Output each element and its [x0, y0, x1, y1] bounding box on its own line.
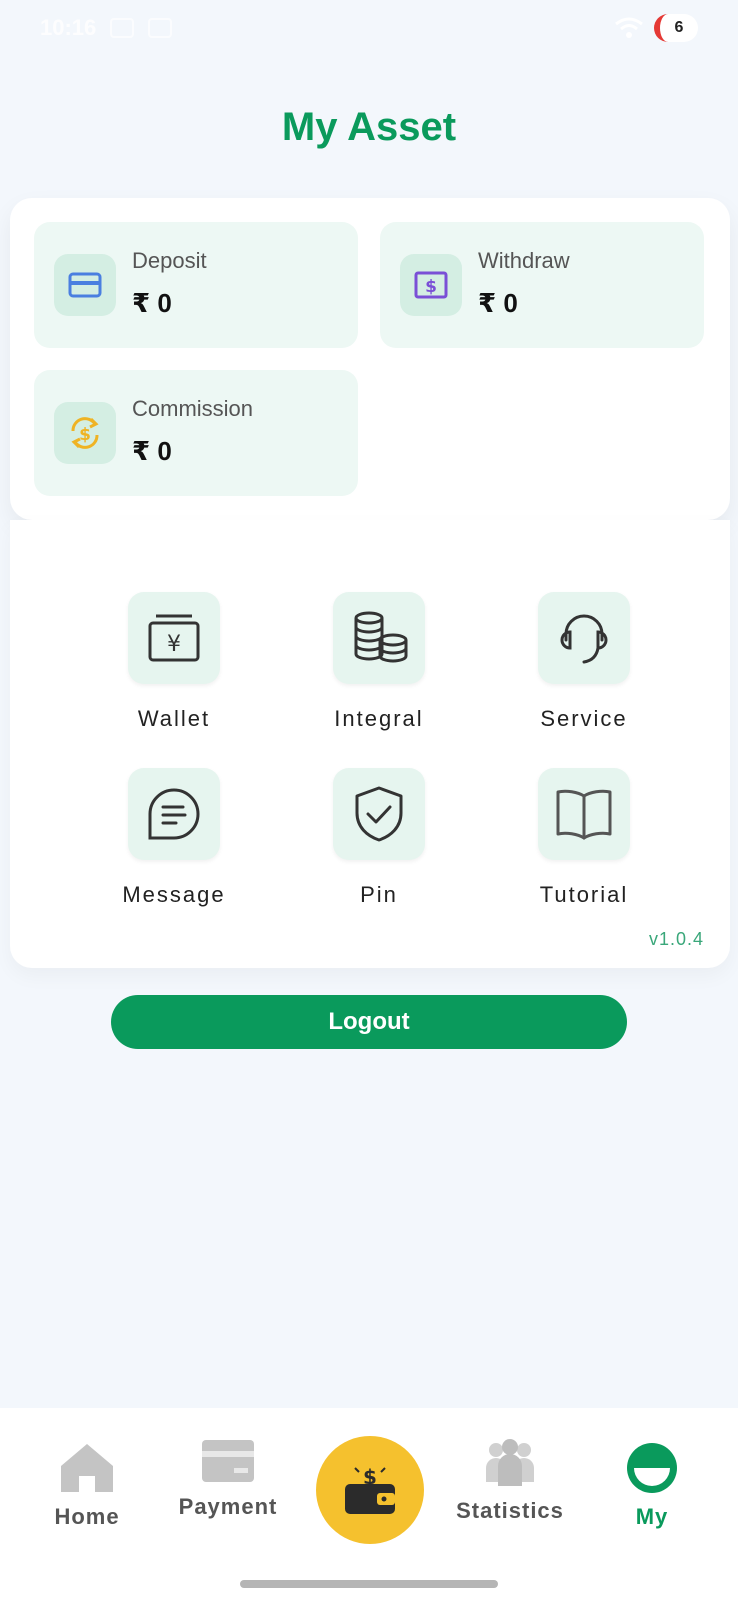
withdraw-stat[interactable]: $ Withdraw ₹ 0: [380, 222, 704, 348]
wallet-icon: ¥: [128, 592, 220, 684]
wifi-icon: [615, 17, 643, 38]
commission-stat[interactable]: $ Commission ₹ 0: [34, 370, 358, 496]
status-bar: 10:16 6: [0, 0, 738, 56]
shield-check-icon: [333, 768, 425, 860]
integral-label: Integral: [334, 706, 424, 731]
headset-icon: [538, 592, 630, 684]
coins-icon: [333, 592, 425, 684]
deposit-value: ₹ 0: [132, 287, 172, 318]
nav-my-label: My: [635, 1504, 669, 1529]
app-version: v1.0.4: [648, 929, 704, 949]
dollar-exchange-icon: $: [54, 402, 116, 464]
status-left: 10:16: [40, 15, 173, 41]
withdraw-value: ₹ 0: [478, 287, 518, 318]
nav-statistics-label: Statistics: [456, 1498, 564, 1523]
user-icon: [627, 1443, 677, 1493]
nav-my[interactable]: My: [592, 1442, 712, 1530]
menu-item-wallet[interactable]: ¥ Wallet: [94, 592, 254, 742]
wallet-money-icon: $: [345, 1465, 395, 1514]
menu-card: ¥ Wallet Integral Service Message Pin Tu…: [10, 520, 730, 968]
menu-item-message[interactable]: Message: [94, 768, 254, 918]
menu-item-pin[interactable]: Pin: [299, 768, 459, 918]
status-right: 6: [614, 14, 698, 42]
svg-text:¥: ¥: [167, 632, 181, 657]
card-icon: [54, 254, 116, 316]
nav-center-wallet-button[interactable]: $: [316, 1436, 424, 1544]
commission-value: ₹ 0: [132, 435, 172, 466]
tutorial-label: Tutorial: [539, 882, 629, 907]
bottom-nav: Home Payment $ Statistics My: [0, 1408, 738, 1599]
battery-indicator: 6: [654, 14, 698, 42]
nav-statistics[interactable]: Statistics: [450, 1438, 570, 1524]
commission-label: Commission: [132, 395, 254, 421]
status-time: 10:16: [40, 15, 97, 40]
home-icon: [61, 1444, 113, 1492]
home-indicator[interactable]: [240, 1580, 498, 1588]
payment-card-icon: [202, 1440, 254, 1482]
nav-payment[interactable]: Payment: [168, 1438, 288, 1520]
menu-item-tutorial[interactable]: Tutorial: [504, 768, 664, 918]
service-label: Service: [540, 706, 628, 731]
wallet-label: Wallet: [137, 706, 211, 731]
svg-text:$: $: [425, 277, 437, 297]
nav-home[interactable]: Home: [27, 1442, 147, 1530]
notification-icon: [110, 18, 135, 38]
nav-home-label: Home: [54, 1504, 120, 1529]
pin-label: Pin: [360, 882, 398, 907]
people-icon: [486, 1439, 534, 1486]
withdraw-label: Withdraw: [478, 247, 570, 273]
page-title: My Asset: [281, 105, 457, 149]
deposit-stat[interactable]: Deposit ₹ 0: [34, 222, 358, 348]
menu-item-integral[interactable]: Integral: [299, 592, 459, 742]
chat-bubble-icon: [128, 768, 220, 860]
message-label: Message: [122, 882, 226, 907]
book-icon: [538, 768, 630, 860]
nav-payment-label: Payment: [178, 1494, 278, 1519]
deposit-label: Deposit: [132, 247, 207, 273]
svg-text:$: $: [79, 425, 91, 445]
menu-item-service[interactable]: Service: [504, 592, 664, 742]
logout-button[interactable]: Logout: [111, 995, 627, 1049]
asset-summary-card: Deposit ₹ 0 $ Withdraw ₹ 0 $ Commission …: [10, 198, 730, 520]
dollar-bill-icon: $: [400, 254, 462, 316]
sim-card-icon: [148, 18, 173, 38]
